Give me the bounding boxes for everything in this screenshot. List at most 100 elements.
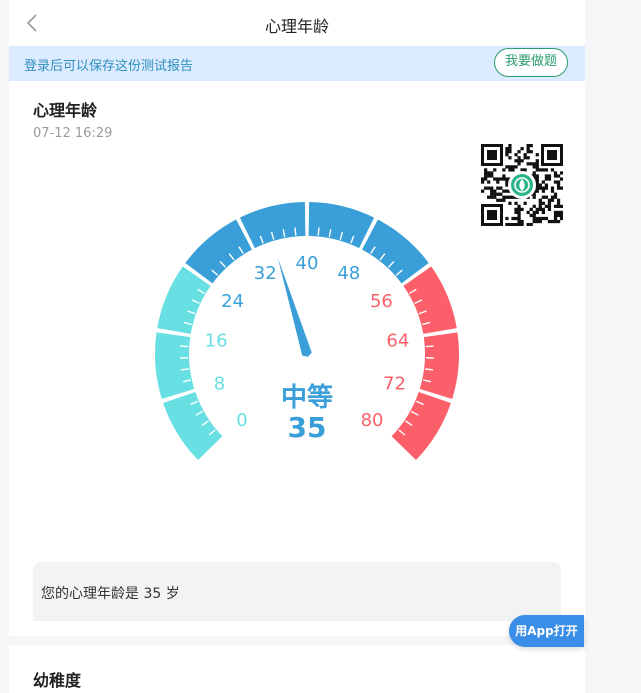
qr-module [541,216,545,221]
qr-module [541,180,545,184]
qr-module [490,174,494,178]
qr-module [505,150,509,154]
qr-module [517,216,521,221]
qr-module [520,147,524,151]
qr-module [526,144,530,148]
qr-module [517,207,521,212]
qr-module [526,222,530,226]
qr-module [523,156,527,160]
gauge-minor-tick [317,227,320,236]
qr-module [538,204,542,208]
qr-module [505,216,509,221]
qr-module [553,174,558,178]
report-timestamp: 07-12 16:29 [33,126,113,141]
qr-module [553,219,558,224]
qr-module [535,189,539,193]
qr-module [547,177,552,181]
gauge-tick-label: 24 [221,291,244,312]
qr-module [499,177,503,181]
qr-module [523,168,527,172]
qr-module [520,219,524,224]
qr-module [556,210,561,215]
qr-module [544,186,549,190]
qr-module [484,171,488,175]
gauge-segment-9 [391,392,451,460]
qr-module [526,162,530,166]
qr-module [559,210,563,215]
qr-module [541,186,545,190]
qr-module [553,195,558,199]
qr-module [535,183,539,187]
qr-module [556,201,561,205]
qr-module [547,174,552,178]
qr-module [541,189,545,193]
qr-module [505,147,509,151]
qr-module [535,177,539,181]
qr-module [538,168,542,172]
qr-module [514,159,518,163]
gauge-tick-label: 48 [337,263,360,284]
gauge-segment-1 [155,332,195,399]
gauge-level-text: 中等 [281,382,333,413]
qr-module [556,183,561,187]
qr-module [541,168,545,172]
qr-module [532,195,536,199]
qr-module [508,165,512,169]
qr-module [505,222,509,226]
qr-module [535,153,539,157]
qr-module [517,213,521,218]
gauge-tick-label: 56 [370,291,393,312]
qr-module [514,222,518,226]
qr-module [508,168,512,172]
qr-module [517,204,521,208]
qr-module [502,195,506,199]
qr-module [553,210,558,215]
result-text: 您的心理年龄是 35 岁 [41,586,180,602]
do-test-button[interactable]: 我要做题 [494,48,568,77]
qr-module [517,156,521,160]
qr-module [544,168,549,172]
qr-module [526,147,530,151]
result-card: 您的心理年龄是 35 岁 [33,562,561,621]
gauge-minor-tick [294,227,297,236]
qr-module [532,204,536,208]
qr-module [490,171,494,175]
qr-module [511,222,515,226]
gauge-tick-label: 32 [254,263,277,284]
gauge-segment-4 [239,202,306,249]
qr-module [535,162,539,166]
qr-module [499,192,503,196]
qr-module [523,153,527,157]
qr-module [547,204,552,208]
qr-module [484,168,488,172]
qr-module [511,165,515,169]
qr-module [505,189,509,193]
login-hint: 登录后可以保存这份测试报告 [24,59,194,74]
qr-module [514,216,518,221]
qr-module [535,165,539,169]
qr-module [550,195,555,199]
qr-module [559,213,563,218]
qr-module [487,171,491,175]
qr-module [553,204,558,208]
qr-module [535,168,539,172]
qr-module [541,195,545,199]
qr-module [502,177,506,181]
qr-module [544,174,549,178]
qr-module [556,186,561,190]
qr-module [529,207,533,212]
qr-module [538,207,542,212]
qr-finder-top-left [481,144,503,166]
gauge-tick-label: 80 [361,410,384,431]
gauge-segment-8 [419,332,459,399]
gauge-segment-5 [308,202,375,249]
gauge-segment-2 [157,266,211,334]
qr-module [544,183,549,187]
qr-module [529,144,533,148]
qr-module [505,177,509,181]
open-in-app-button[interactable]: 用App打开 [509,615,584,647]
qr-module [538,186,542,190]
qr-module [508,150,512,154]
qr-module [559,177,563,181]
gauge-tick-label: 40 [296,253,319,274]
